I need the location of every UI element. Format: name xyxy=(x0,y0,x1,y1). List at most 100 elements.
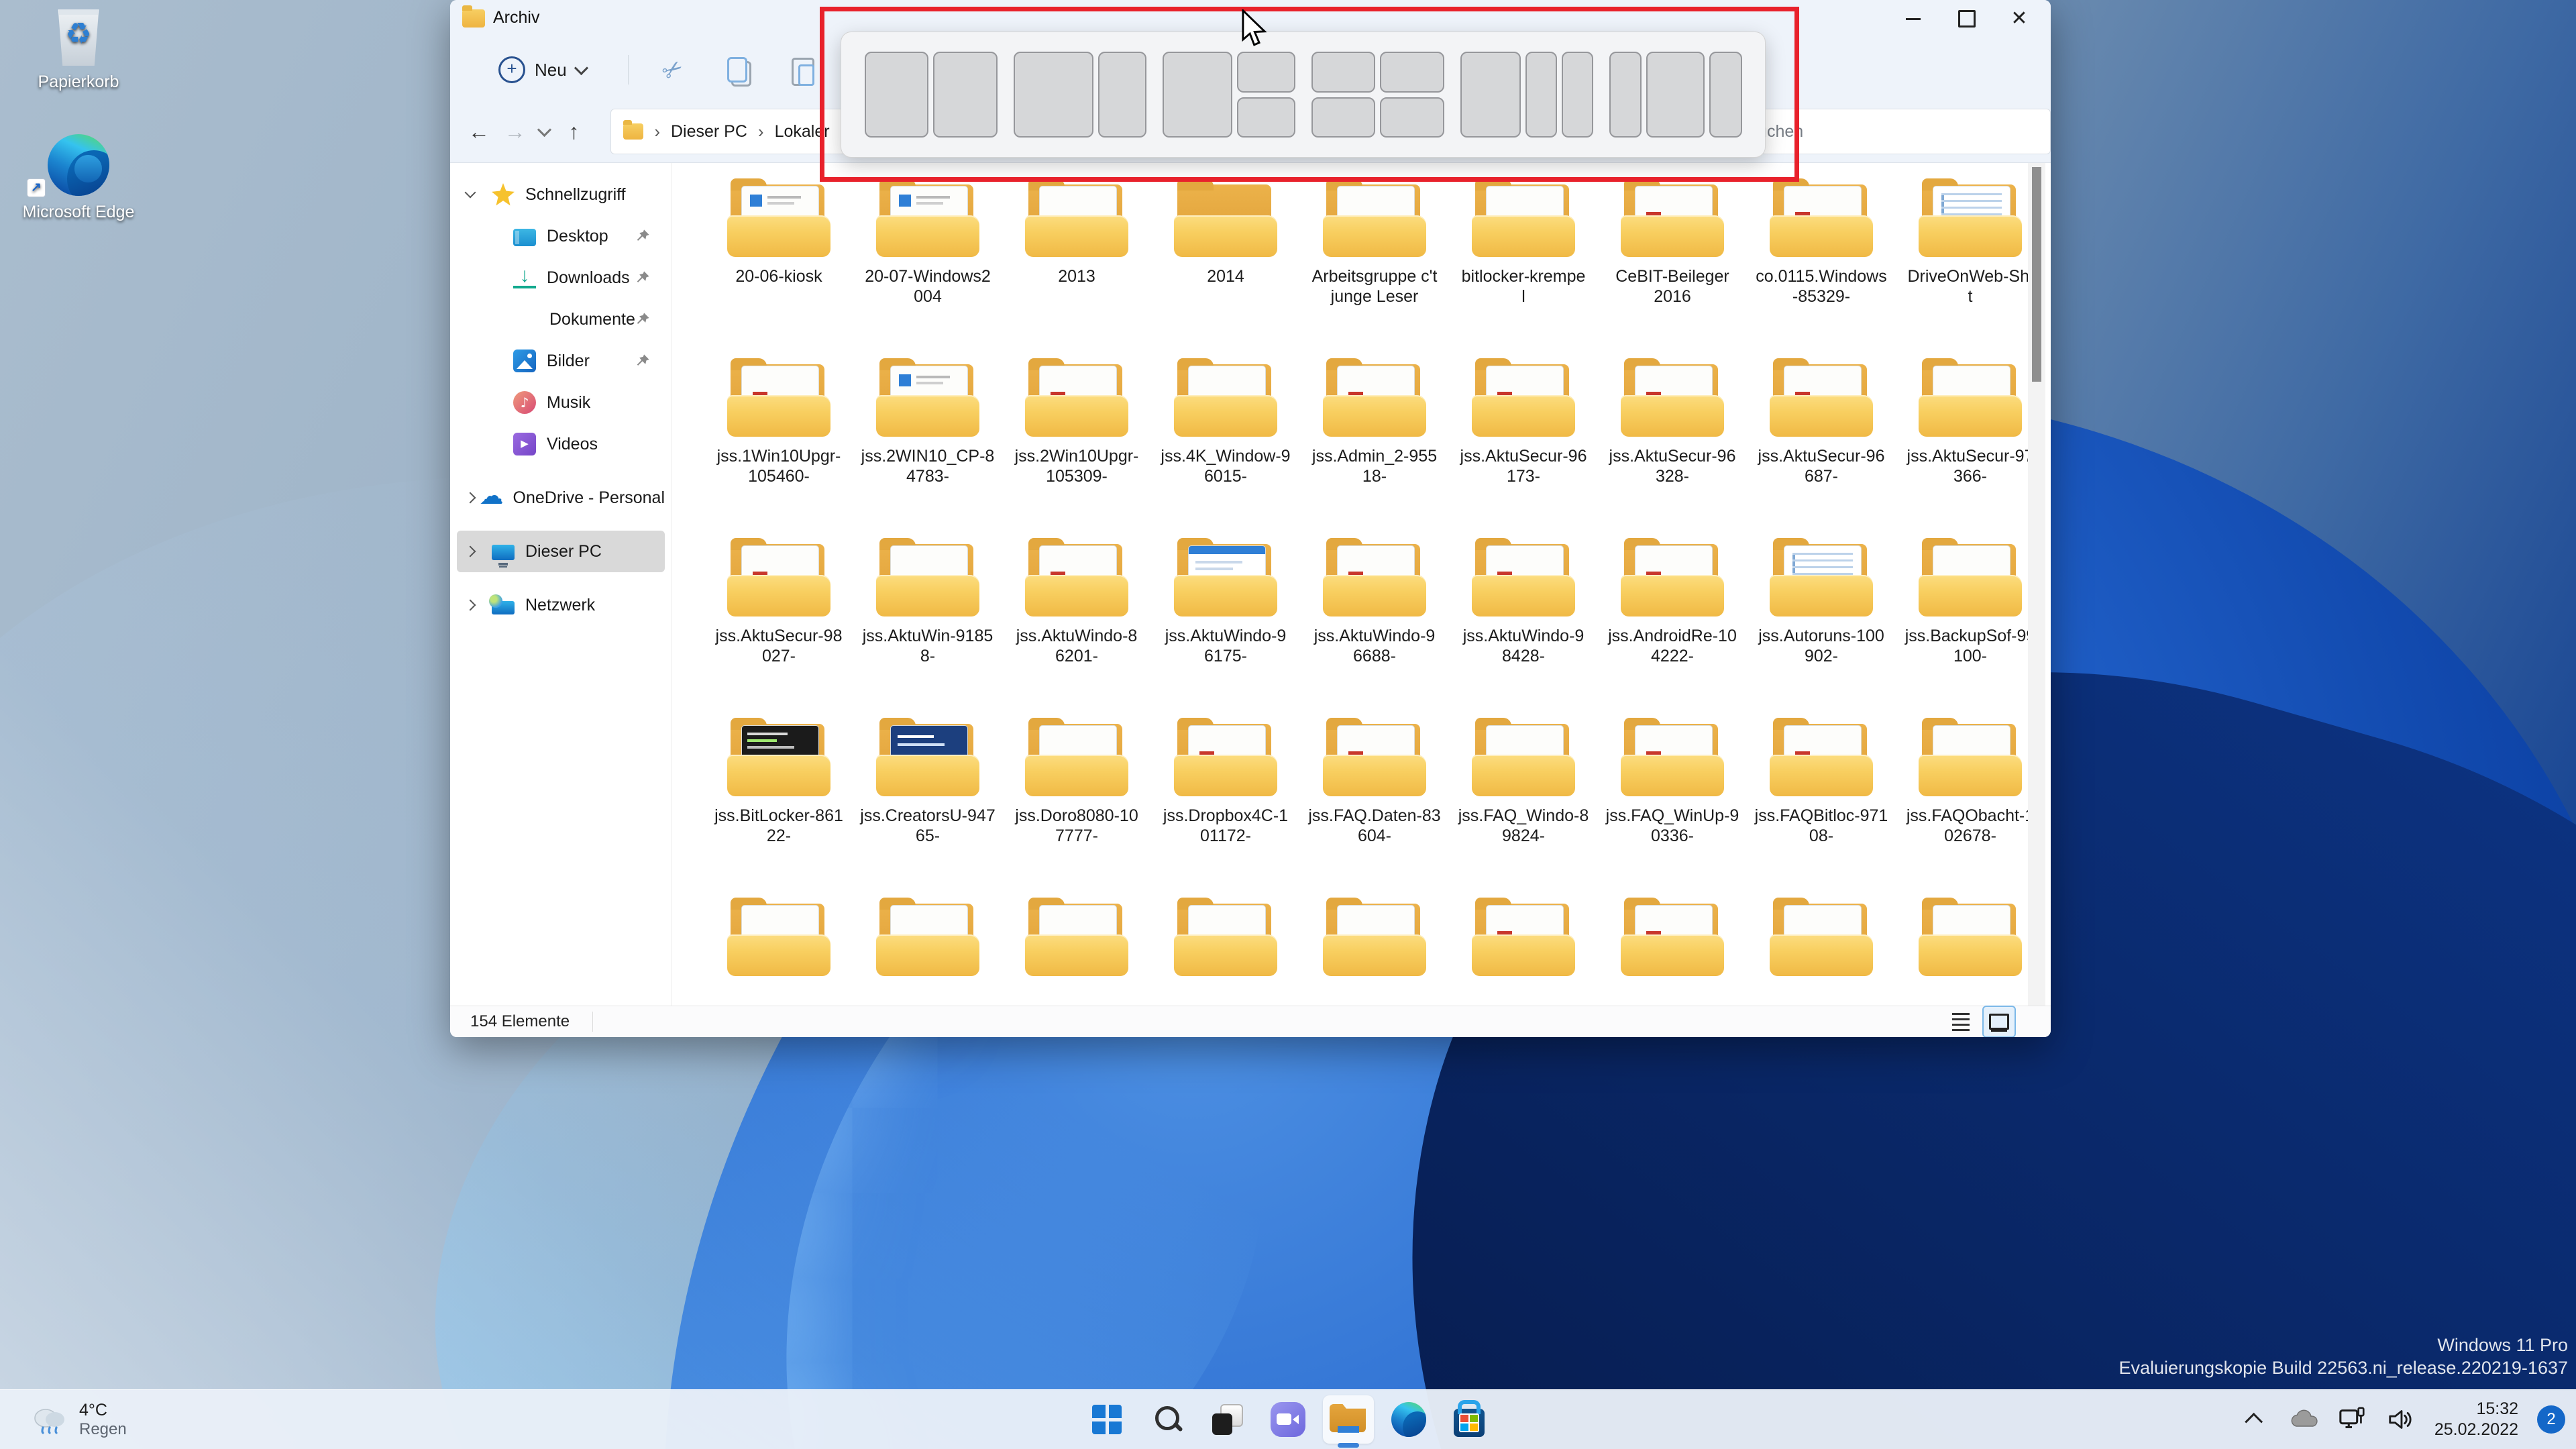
large-icons-view-button[interactable] xyxy=(1982,1006,2016,1037)
folder-item[interactable]: 2013 xyxy=(1002,182,1151,362)
folder-item[interactable]: jss.BackupSof-99100- xyxy=(1896,541,2045,721)
taskbar-store-button[interactable] xyxy=(1444,1395,1495,1444)
sidebar-item-label: Downloads xyxy=(547,268,630,288)
folder-item[interactable]: 20-07-Windows2004 xyxy=(853,182,1002,362)
folder-item[interactable]: jss.AktuSecur-97366- xyxy=(1896,362,2045,541)
paste-button[interactable] xyxy=(782,50,822,90)
folder-item[interactable]: jss.FAQBitloc-97108- xyxy=(1747,721,1896,901)
folder-item[interactable]: 20-06-kiosk xyxy=(704,182,853,362)
sidebar-item-musik[interactable]: ♪ Musik xyxy=(457,382,665,423)
folder-item[interactable] xyxy=(1598,901,1747,1006)
folder-item[interactable]: CeBIT-Beileger2016 xyxy=(1598,182,1747,362)
folder-item[interactable]: jss.AktuWindo-98428- xyxy=(1449,541,1598,721)
cut-button[interactable]: ✂ xyxy=(653,50,693,90)
folder-icon xyxy=(1619,901,1726,976)
folder-item[interactable] xyxy=(1151,901,1300,1006)
folder-icon xyxy=(1470,362,1577,437)
folder-item[interactable]: jss.FAQ.Daten-83604- xyxy=(1300,721,1449,901)
desktop-icon-edge[interactable]: ↗ Microsoft Edge xyxy=(21,134,136,222)
taskbar-edge-button[interactable] xyxy=(1383,1395,1434,1444)
sidebar-item-videos[interactable]: ▶ Videos xyxy=(457,423,665,465)
tray-expand-button[interactable] xyxy=(2241,1405,2271,1434)
folder-item[interactable] xyxy=(1896,901,2045,1006)
onedrive-tray-icon[interactable] xyxy=(2290,1405,2319,1434)
minimize-button[interactable] xyxy=(1891,0,1935,38)
chevron-icon[interactable] xyxy=(465,546,476,557)
sidebar-item-onedrive[interactable]: ☁ OneDrive - Personal xyxy=(457,477,665,519)
details-view-button[interactable] xyxy=(1946,1008,1976,1035)
folder-item[interactable]: jss.FAQObacht-102678- xyxy=(1896,721,2045,901)
taskbar-start-button[interactable] xyxy=(1081,1395,1132,1444)
folder-item[interactable] xyxy=(853,901,1002,1006)
maximize-button[interactable] xyxy=(1945,0,1989,38)
folder-item[interactable]: jss.FAQ_Windo-89824- xyxy=(1449,721,1598,901)
folder-item[interactable]: jss.1Win10Upgr-105460- xyxy=(704,362,853,541)
folder-item[interactable]: jss.AktuSecur-96173- xyxy=(1449,362,1598,541)
sidebar-item-bilder[interactable]: Bilder xyxy=(457,340,665,382)
back-button[interactable]: ← xyxy=(461,113,497,150)
vertical-scrollbar[interactable] xyxy=(2028,163,2045,1006)
forward-button[interactable]: → xyxy=(497,113,533,150)
status-divider xyxy=(592,1012,593,1032)
folder-item[interactable]: jss.Autoruns-100902- xyxy=(1747,541,1896,721)
desktop-icon xyxy=(513,229,536,246)
chevron-icon[interactable] xyxy=(465,492,476,504)
folder-item[interactable]: jss.FAQ_WinUp-90336- xyxy=(1598,721,1747,901)
folder-item[interactable] xyxy=(1747,901,1896,1006)
folder-item[interactable]: co.0115.Windows-85329- xyxy=(1747,182,1896,362)
computer-icon xyxy=(492,545,515,560)
copy-button[interactable] xyxy=(717,50,757,90)
folder-item[interactable]: jss.Admin_2-95518- xyxy=(1300,362,1449,541)
folder-item[interactable]: DriveOnWeb-Shit xyxy=(1896,182,2045,362)
folder-item[interactable]: jss.BitLocker-86122- xyxy=(704,721,853,901)
folder-item[interactable] xyxy=(1449,901,1598,1006)
folder-item[interactable]: jss.Dropbox4C-101172- xyxy=(1151,721,1300,901)
folder-item[interactable]: jss.AktuWindo-96688- xyxy=(1300,541,1449,721)
desktop-icon-recycle-bin[interactable]: ♻ Papierkorb xyxy=(21,9,136,92)
history-dropdown[interactable] xyxy=(533,113,556,150)
folder-item[interactable]: bitlocker-krempel xyxy=(1449,182,1598,362)
clock[interactable]: 15:32 25.02.2022 xyxy=(2434,1399,2518,1440)
folder-item[interactable]: jss.2Win10Upgr-105309- xyxy=(1002,362,1151,541)
folder-item[interactable]: 2014 xyxy=(1151,182,1300,362)
chevron-icon[interactable] xyxy=(465,600,476,611)
folder-item[interactable] xyxy=(704,901,853,1006)
chevron-icon[interactable] xyxy=(465,187,476,199)
folder-item[interactable]: jss.AktuWindo-86201- xyxy=(1002,541,1151,721)
folder-item[interactable]: jss.2WIN10_CP-84783- xyxy=(853,362,1002,541)
folder-name: bitlocker-krempel xyxy=(1449,266,1598,307)
folder-item[interactable]: jss.AktuSecur-98027- xyxy=(704,541,853,721)
notification-badge[interactable]: 2 xyxy=(2537,1405,2565,1434)
taskbar-task-view-button[interactable] xyxy=(1202,1395,1253,1444)
sidebar-item-dokumente[interactable]: Dokumente xyxy=(457,299,665,340)
folder-item[interactable]: jss.AndroidRe-104222- xyxy=(1598,541,1747,721)
taskbar-search-button[interactable] xyxy=(1142,1395,1193,1444)
folder-item[interactable]: jss.Doro8080-107777- xyxy=(1002,721,1151,901)
sidebar-item-schnellzugriff[interactable]: Schnellzugriff xyxy=(457,174,665,215)
close-button[interactable]: ✕ xyxy=(1997,0,2041,38)
folder-item[interactable] xyxy=(1002,901,1151,1006)
up-button[interactable]: ↑ xyxy=(556,113,592,150)
folder-item[interactable]: jss.CreatorsU-94765- xyxy=(853,721,1002,901)
sidebar-item-downloads[interactable]: ↓ Downloads xyxy=(457,257,665,299)
volume-tray-icon[interactable] xyxy=(2386,1405,2416,1434)
folder-icon xyxy=(1172,182,1279,257)
taskbar-chat-button[interactable] xyxy=(1263,1395,1313,1444)
folder-item[interactable]: jss.AktuSecur-96328- xyxy=(1598,362,1747,541)
folder-item[interactable] xyxy=(1300,901,1449,1006)
sidebar-item-desktop[interactable]: Desktop xyxy=(457,215,665,257)
folder-item[interactable]: jss.AktuSecur-96687- xyxy=(1747,362,1896,541)
network-tray-icon[interactable] xyxy=(2338,1405,2367,1434)
weather-widget[interactable]: 4°C Regen xyxy=(23,1390,135,1449)
taskbar-file-explorer-button[interactable] xyxy=(1323,1395,1374,1444)
folder-item[interactable]: jss.AktuWin-91858- xyxy=(853,541,1002,721)
breadcrumb-item[interactable]: Dieser PC xyxy=(671,122,747,142)
scrollbar-thumb[interactable] xyxy=(2032,167,2041,382)
sidebar-item-netzwerk[interactable]: Netzwerk xyxy=(457,584,665,626)
new-button[interactable]: + Neu xyxy=(488,50,597,90)
sidebar-item-dieser-pc[interactable]: Dieser PC xyxy=(457,531,665,572)
folder-item[interactable]: jss.AktuWindo-96175- xyxy=(1151,541,1300,721)
folder-item[interactable]: jss.4K_Window-96015- xyxy=(1151,362,1300,541)
folder-item[interactable]: Arbeitsgruppe c'tjunge Leser xyxy=(1300,182,1449,362)
edge-icon: ↗ xyxy=(21,134,136,196)
